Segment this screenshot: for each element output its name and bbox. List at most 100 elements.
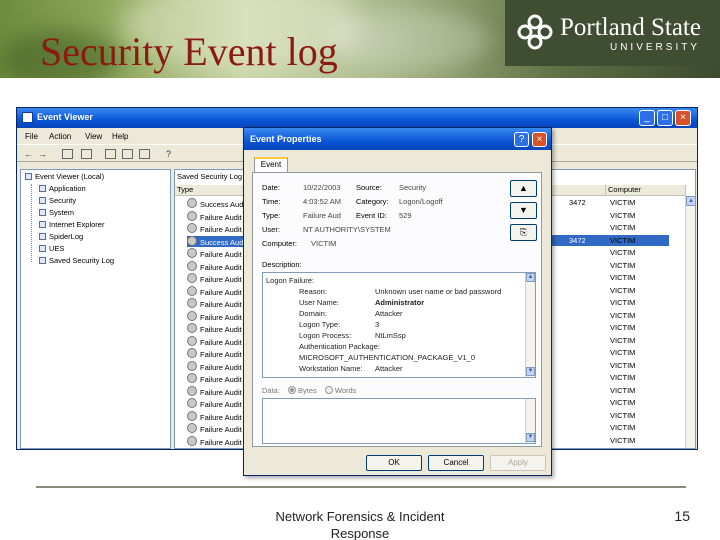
copy-event-button[interactable]: ⎘ — [510, 224, 537, 241]
next-event-button[interactable]: ▼ — [510, 202, 537, 219]
event-row-computer[interactable]: VICTIM — [610, 198, 635, 207]
data-scrollbar[interactable]: ▼ — [525, 399, 535, 443]
event-row-type[interactable]: Failure Audit — [187, 348, 242, 359]
event-row-computer[interactable]: VICTIM — [610, 411, 635, 420]
event-row-computer[interactable]: VICTIM — [610, 336, 635, 345]
event-row-type[interactable]: Failure Audit — [187, 436, 242, 447]
description-label: Description: — [262, 260, 302, 269]
column-header-computer[interactable]: Computer — [606, 185, 686, 196]
menu-file[interactable]: File — [25, 132, 38, 141]
event-row-computer[interactable]: VICTIM — [610, 286, 635, 295]
export-icon[interactable] — [139, 149, 150, 159]
menu-help[interactable]: Help — [112, 132, 128, 141]
tree-item-label: System — [49, 208, 75, 217]
ok-button[interactable]: OK — [366, 455, 422, 471]
up-folder-icon[interactable] — [62, 149, 73, 159]
words-radio[interactable] — [324, 386, 333, 394]
event-row-computer[interactable]: VICTIM — [610, 223, 635, 232]
tree-item-application[interactable]: Application — [39, 184, 86, 196]
event-row-type[interactable]: Failure Audit — [187, 398, 242, 409]
refresh-icon[interactable] — [122, 149, 133, 159]
close-button[interactable]: × — [675, 110, 691, 126]
event-row-computer[interactable]: VICTIM — [610, 273, 635, 282]
event-row-computer[interactable]: VICTIM — [610, 386, 635, 395]
event-row-type[interactable]: Failure Audit — [187, 223, 242, 234]
event-row-type[interactable]: Failure Audit — [187, 261, 242, 272]
description-key: Domain: — [299, 309, 327, 318]
tree-item-spiderlog[interactable]: SpiderLog — [39, 232, 83, 244]
user-value: NT AUTHORITY\SYSTEM — [303, 225, 391, 234]
event-row-computer[interactable]: VICTIM — [610, 298, 635, 307]
event-row-computer[interactable]: VICTIM — [610, 436, 635, 445]
log-icon — [39, 185, 46, 192]
event-row-computer[interactable]: VICTIM — [610, 261, 635, 270]
description-box[interactable]: Logon Failure: Reason: Unknown user name… — [262, 272, 536, 378]
description-scrollbar[interactable]: ▲ ▼ — [525, 273, 535, 377]
event-row-type[interactable]: Failure Audit — [187, 298, 242, 309]
tab-event[interactable]: Event — [254, 157, 288, 173]
event-row-computer[interactable]: VICTIM — [610, 248, 635, 257]
dialog-help-button[interactable]: ? — [514, 132, 529, 147]
event-row-type[interactable]: Failure Audit — [187, 286, 242, 297]
event-row-computer[interactable]: VICTIM — [610, 323, 635, 332]
event-row-type[interactable]: Failure Audit — [187, 361, 242, 372]
event-row-type[interactable]: Failure Audit — [187, 311, 242, 322]
event-row-computer[interactable]: VICTIM — [610, 361, 635, 370]
forward-icon[interactable]: → — [37, 149, 48, 159]
dialog-titlebar[interactable]: Event Properties ? × — [244, 128, 551, 150]
bytes-radio[interactable] — [288, 386, 297, 394]
data-box[interactable]: ▼ — [262, 398, 536, 444]
event-row-type[interactable]: Failure Audit — [187, 323, 242, 334]
event-viewer-app-icon — [22, 112, 33, 123]
description-value: Unknown user name or bad password — [375, 287, 502, 296]
event-row-type[interactable]: Failure Audit — [187, 386, 242, 397]
tree-item-ues[interactable]: UES — [39, 244, 64, 256]
maximize-button[interactable]: □ — [657, 110, 673, 126]
event-row-type[interactable]: Failure Audit — [187, 373, 242, 384]
event-row-computer[interactable]: VICTIM — [610, 348, 635, 357]
event-row-type[interactable]: Success Audit — [187, 235, 250, 247]
list-scrollbar[interactable]: ▲ — [685, 196, 695, 448]
previous-event-button[interactable]: ▲ — [510, 180, 537, 197]
description-value: Administrator — [375, 298, 425, 307]
tree-item-system[interactable]: System — [39, 208, 74, 220]
properties-icon[interactable] — [105, 149, 116, 159]
scroll-up-icon[interactable]: ▲ — [686, 196, 695, 206]
menu-action[interactable]: Action — [49, 132, 71, 141]
menu-view[interactable]: View — [85, 132, 102, 141]
tree-item-saved-security-log[interactable]: Saved Security Log — [39, 256, 114, 268]
tree-item-internet-explorer[interactable]: Internet Explorer — [39, 220, 104, 232]
event-row-computer[interactable]: VICTIM — [610, 423, 635, 432]
event-row-computer[interactable]: VICTIM — [610, 398, 635, 407]
tree-root[interactable]: Event Viewer (Local) — [25, 172, 104, 184]
event-row-computer[interactable]: VICTIM — [610, 211, 635, 220]
description-key: User Name: — [299, 298, 340, 307]
show-tree-icon[interactable] — [81, 149, 92, 159]
event-viewer-titlebar[interactable]: Event Viewer _ □ × — [17, 108, 697, 128]
dialog-close-button[interactable]: × — [532, 132, 547, 147]
event-row-type[interactable]: Failure Audit — [187, 336, 242, 347]
back-icon[interactable]: ← — [23, 149, 34, 159]
event-row-computer[interactable]: VICTIM — [610, 236, 635, 245]
scroll-up-icon[interactable]: ▲ — [526, 273, 535, 282]
event-row-type[interactable]: Success Audit — [187, 198, 247, 209]
description-key: Logon Process: — [299, 331, 352, 340]
event-row-type[interactable]: Failure Audit — [187, 411, 242, 422]
scroll-down-icon[interactable]: ▼ — [526, 433, 535, 442]
minimize-button[interactable]: _ — [639, 110, 655, 126]
event-row-type[interactable]: Failure Audit — [187, 273, 242, 284]
help-icon[interactable]: ? — [163, 149, 174, 159]
tree-item-security[interactable]: Security — [39, 196, 76, 208]
university-logo: Portland State UNIVERSITY — [505, 0, 720, 66]
type-value: Failure Aud — [303, 211, 341, 220]
event-row-type[interactable]: Failure Audit — [187, 211, 242, 222]
event-row-computer[interactable]: VICTIM — [610, 311, 635, 320]
scroll-down-icon[interactable]: ▼ — [526, 367, 535, 376]
event-row-type[interactable]: Failure Audit — [187, 423, 242, 434]
event-row-computer[interactable]: VICTIM — [610, 373, 635, 382]
computer-value: VICTIM — [311, 239, 337, 248]
apply-button[interactable]: Apply — [490, 455, 546, 471]
log-icon — [39, 233, 46, 240]
event-row-type[interactable]: Failure Audit — [187, 248, 242, 259]
cancel-button[interactable]: Cancel — [428, 455, 484, 471]
